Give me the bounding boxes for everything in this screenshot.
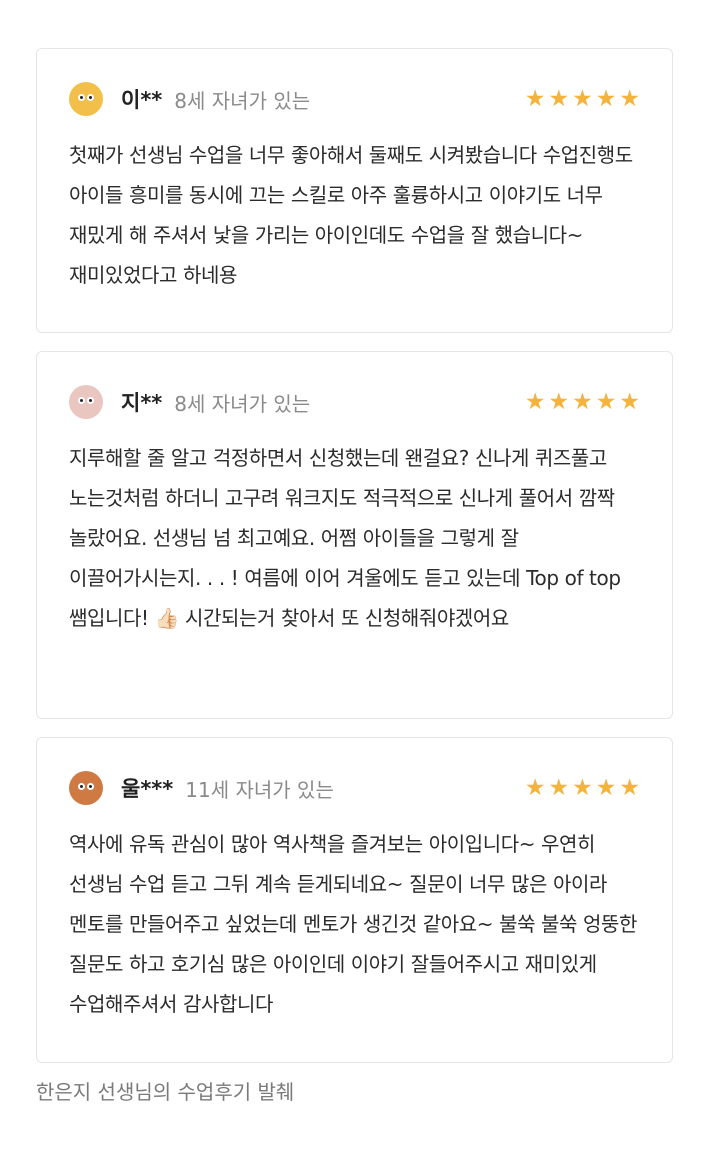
review-header: 지** 8세 자녀가 있는 ★ ★ ★ ★ ★ — [69, 385, 640, 419]
star-icon: ★ — [595, 85, 617, 112]
star-rating: ★ ★ ★ ★ ★ — [524, 85, 640, 112]
star-icon: ★ — [524, 388, 546, 415]
avatar — [69, 771, 103, 805]
review-header: 이** 8세 자녀가 있는 ★ ★ ★ ★ ★ — [69, 82, 640, 116]
eye-icon — [87, 397, 94, 404]
star-icon: ★ — [524, 774, 546, 801]
review-text: 역사에 유독 관심이 많아 역사책을 즐겨보는 아이입니다~ 우연히 선생님 수… — [69, 832, 638, 1016]
review-header: 울*** 11세 자녀가 있는 ★ ★ ★ ★ ★ — [69, 771, 640, 805]
review-text: 지루해할 줄 알고 걱정하면서 신청했는데 왠걸요? 신나게 퀴즈풀고 노는것처… — [69, 446, 621, 630]
star-icon: ★ — [572, 774, 593, 801]
reviewer-meta: 8세 자녀가 있는 — [174, 391, 311, 416]
eye-icon — [78, 397, 85, 404]
reviewer-name: 지** — [121, 391, 163, 415]
star-rating: ★ ★ ★ ★ ★ — [524, 388, 640, 415]
star-icon: ★ — [548, 85, 570, 112]
star-icon: ★ — [619, 774, 640, 801]
star-icon: ★ — [548, 774, 570, 801]
star-rating: ★ ★ ★ ★ ★ — [524, 774, 640, 801]
review-list: 이** 8세 자녀가 있는 ★ ★ ★ ★ ★ 첫째가 선생님 수업을 너무 좋… — [0, 0, 714, 1154]
star-icon: ★ — [572, 388, 593, 415]
eye-icon — [78, 94, 85, 101]
eye-icon — [78, 783, 85, 790]
star-icon: ★ — [572, 85, 593, 112]
review-card: 울*** 11세 자녀가 있는 ★ ★ ★ ★ ★ 역사에 유독 관심이 많아 … — [36, 737, 673, 1063]
eye-icon — [87, 94, 94, 101]
avatar — [69, 385, 103, 419]
star-icon: ★ — [595, 388, 617, 415]
reviewer-name: 울*** — [121, 777, 174, 801]
star-icon: ★ — [524, 85, 546, 112]
eye-icon — [87, 783, 94, 790]
review-card: 이** 8세 자녀가 있는 ★ ★ ★ ★ ★ 첫째가 선생님 수업을 너무 좋… — [36, 48, 673, 333]
review-card: 지** 8세 자녀가 있는 ★ ★ ★ ★ ★ 지루해할 줄 알고 걱정하면서 … — [36, 351, 673, 719]
reviewer-name: 이** — [121, 88, 163, 112]
caption: 한은지 선생님의 수업후기 발췌 — [36, 1080, 295, 1104]
avatar — [69, 82, 103, 116]
review-text: 첫째가 선생님 수업을 너무 좋아해서 둘째도 시켜봤습니다 수업진행도 아이들… — [69, 143, 633, 287]
star-icon: ★ — [595, 774, 617, 801]
reviewer-meta: 8세 자녀가 있는 — [174, 88, 311, 113]
star-icon: ★ — [619, 388, 640, 415]
star-icon: ★ — [619, 85, 640, 112]
reviewer-meta: 11세 자녀가 있는 — [185, 777, 334, 802]
star-icon: ★ — [548, 388, 570, 415]
